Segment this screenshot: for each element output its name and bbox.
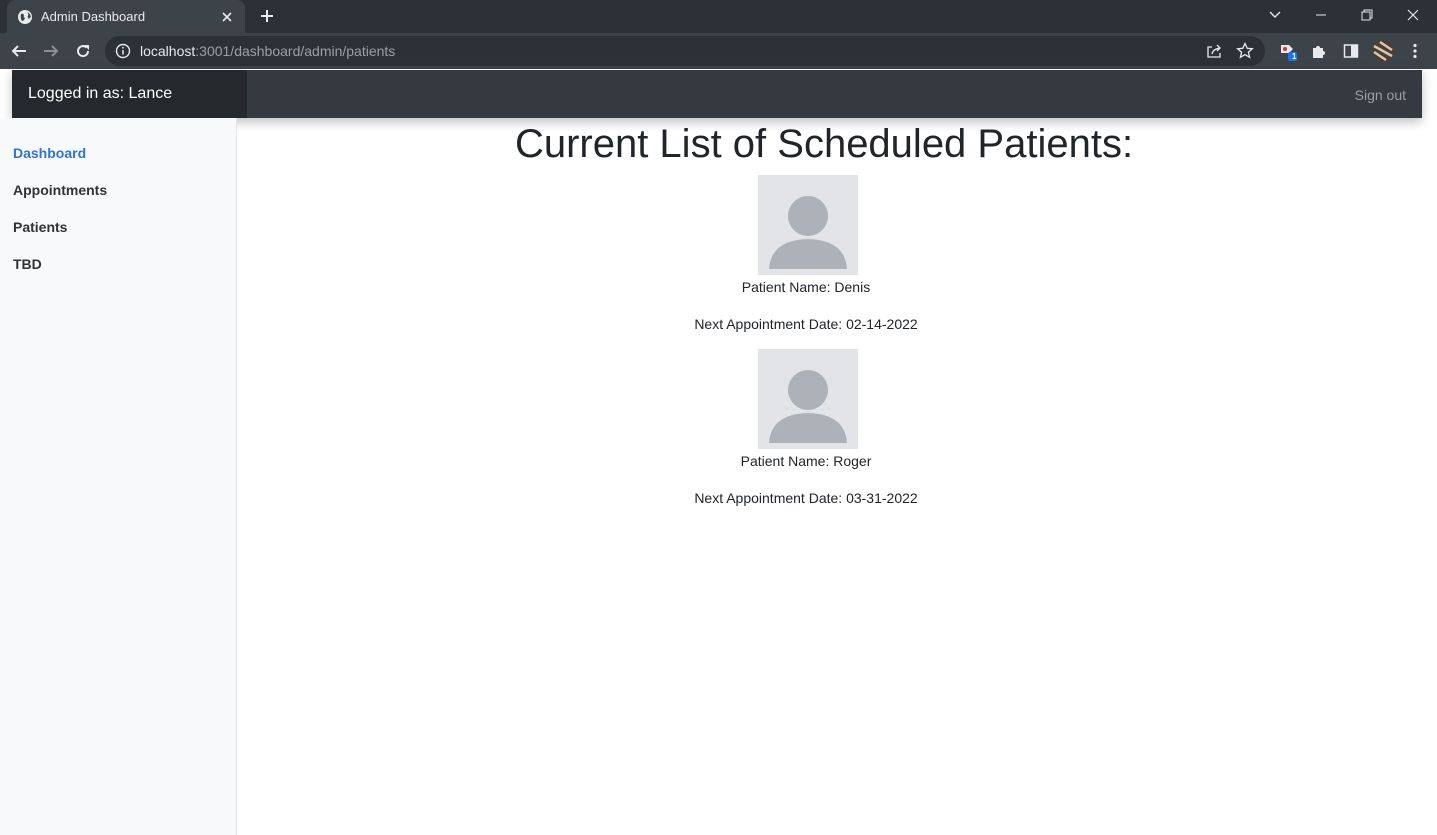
logged-in-user-label: Logged in as: Lance xyxy=(12,70,247,118)
browser-toolbar: localhost:3001/dashboard/admin/patients … xyxy=(0,33,1437,69)
forward-arrow-icon[interactable] xyxy=(39,39,63,63)
globe-icon xyxy=(17,9,33,25)
sidebar-item-dashboard[interactable]: Dashboard xyxy=(13,145,86,161)
next-appointment-date: Next Appointment Date: 02-14-2022 xyxy=(694,316,918,332)
sidebar-item-appointments[interactable]: Appointments xyxy=(13,182,107,198)
sign-out-link[interactable]: Sign out xyxy=(1355,87,1406,103)
page-title: Current List of Scheduled Patients: xyxy=(514,122,1134,166)
patient-avatar-icon xyxy=(758,175,858,275)
extension-badge-count: 1 xyxy=(1292,52,1297,61)
minimize-icon[interactable] xyxy=(1298,0,1344,30)
extensions-puzzle-icon[interactable] xyxy=(1309,41,1329,61)
tab-search-icon[interactable] xyxy=(1252,0,1298,30)
sidebar-item-tbd[interactable]: TBD xyxy=(13,256,42,272)
close-window-icon[interactable] xyxy=(1390,0,1436,30)
share-icon[interactable] xyxy=(1206,43,1222,59)
sidebar-item-patients[interactable]: Patients xyxy=(13,219,67,235)
patient-name: Patient Name: Denis xyxy=(741,279,871,295)
tab-title: Admin Dashboard xyxy=(41,9,146,24)
url-path: :3001/dashboard/admin/patients xyxy=(195,43,396,59)
address-bar[interactable]: localhost:3001/dashboard/admin/patients xyxy=(105,36,1265,66)
close-tab-icon[interactable] xyxy=(219,9,235,25)
extension-badge-icon[interactable]: 1 xyxy=(1278,41,1298,61)
site-info-icon[interactable] xyxy=(115,43,131,59)
reload-icon[interactable] xyxy=(71,39,95,63)
patient-name: Patient Name: Roger xyxy=(740,453,872,469)
browser-menu-icon[interactable] xyxy=(1405,41,1425,61)
sidebar-nav: Dashboard Appointments Patients TBD xyxy=(0,118,237,835)
bookmark-star-icon[interactable] xyxy=(1236,41,1254,60)
profile-avatar-icon[interactable] xyxy=(1372,40,1394,62)
new-tab-icon[interactable] xyxy=(257,6,277,26)
next-appointment-date: Next Appointment Date: 03-31-2022 xyxy=(694,490,918,506)
patient-avatar-icon xyxy=(758,349,858,449)
app-header: Logged in as: Lance Sign out xyxy=(12,70,1422,118)
back-arrow-icon[interactable] xyxy=(7,39,31,63)
side-panel-icon[interactable] xyxy=(1341,41,1361,61)
restore-icon[interactable] xyxy=(1344,0,1390,30)
url-text[interactable]: localhost:3001/dashboard/admin/patients xyxy=(140,43,395,59)
browser-tab-strip: Admin Dashboard xyxy=(0,0,1437,33)
url-host: localhost xyxy=(140,43,196,59)
browser-tab[interactable]: Admin Dashboard xyxy=(7,0,245,33)
